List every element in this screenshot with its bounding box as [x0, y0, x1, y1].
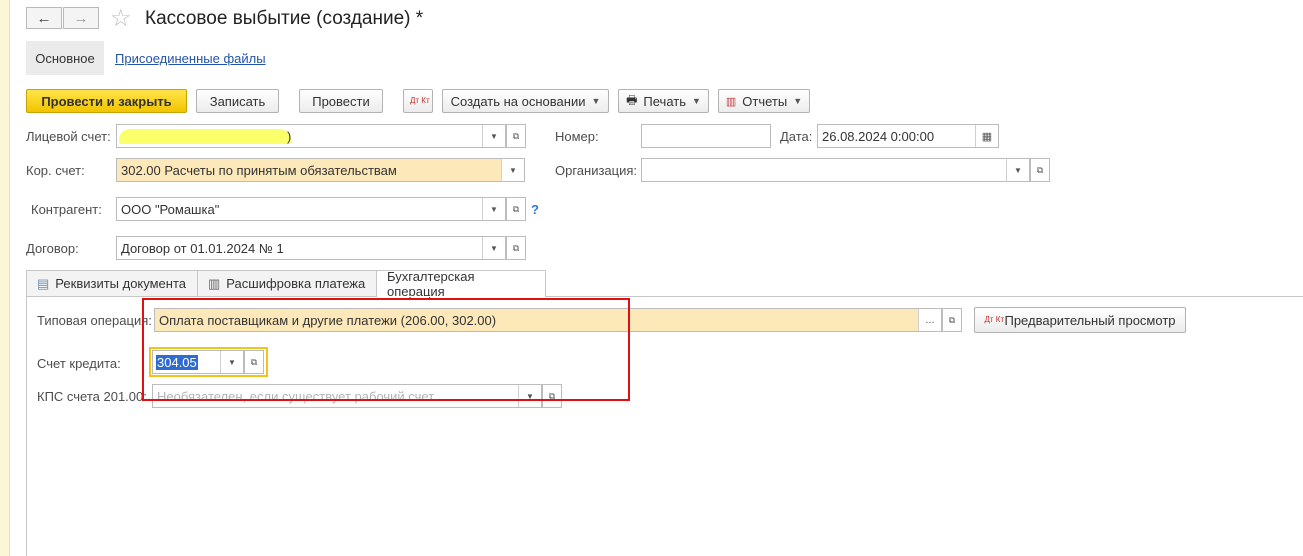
contractor-field[interactable]: ООО "Ромашка" ▼	[116, 197, 506, 221]
forward-button[interactable]: →	[63, 7, 99, 29]
tab-label: Реквизиты документа	[55, 276, 187, 291]
back-button[interactable]: ←	[26, 7, 62, 29]
post-and-close-button[interactable]: Провести и закрыть	[26, 89, 187, 113]
create-based-on-button[interactable]: Создать на основании ▼	[442, 89, 609, 113]
create-based-label: Создать на основании	[450, 93, 586, 109]
print-label: Печать	[643, 93, 686, 109]
open-icon[interactable]: ⧉	[506, 197, 526, 221]
open-icon[interactable]: ⧉	[506, 236, 526, 260]
redaction-highlight	[119, 128, 291, 144]
help-icon[interactable]: ?	[531, 202, 539, 217]
table-icon: ▥	[208, 275, 221, 291]
credit-account-label: Счет кредита:	[37, 356, 121, 371]
chevron-down-icon: ▼	[793, 96, 803, 106]
printer-icon: 🖶	[626, 92, 638, 107]
account-label: Лицевой счет:	[26, 129, 111, 144]
chevron-down-icon: ▼	[692, 96, 701, 106]
left-edge-strip	[0, 0, 10, 556]
dt-kt-icon: Дт Кт	[984, 315, 1005, 324]
dt-kt-button[interactable]: Дт Кт	[403, 89, 433, 113]
open-icon[interactable]: ⧉	[1030, 158, 1050, 182]
favorite-star-icon[interactable]: ☆	[110, 4, 132, 33]
post-button[interactable]: Провести	[299, 89, 383, 113]
contractor-value: ООО "Ромашка"	[121, 201, 220, 217]
document-icon: ▤	[37, 275, 50, 291]
dt-kt-icon: Дт Кт	[410, 96, 430, 105]
preview-button[interactable]: Дт Кт Предварительный просмотр	[974, 307, 1186, 333]
dropdown-arrow-icon[interactable]: ▼	[482, 237, 505, 259]
tab-accounting-operation[interactable]: Бухгалтерская операция	[376, 269, 546, 299]
corr-account-label: Кор. счет:	[26, 163, 85, 178]
calendar-icon[interactable]: ▦	[975, 125, 998, 147]
tab-label: Бухгалтерская операция	[387, 269, 475, 299]
print-button[interactable]: 🖶 Печать ▼	[618, 89, 709, 113]
open-icon[interactable]: ⧉	[506, 124, 526, 148]
panel-attachments-link[interactable]: Присоединенные файлы	[115, 51, 266, 66]
date-value: 26.08.2024 0:00:00	[822, 128, 935, 144]
ellipsis-button[interactable]: ...	[918, 309, 941, 331]
organization-label: Организация:	[555, 163, 638, 178]
tab-document-details[interactable]: ▤ Реквизиты документа	[26, 270, 198, 296]
dropdown-arrow-icon[interactable]: ▼	[482, 125, 505, 147]
save-button[interactable]: Записать	[196, 89, 279, 113]
arrow-left-icon: ←	[36, 9, 52, 27]
dropdown-arrow-icon[interactable]: ▼	[482, 198, 505, 220]
reports-button[interactable]: ▥ Отчеты ▼	[718, 89, 810, 113]
contract-value: Договор от 01.01.2024 № 1	[121, 240, 284, 256]
report-chart-icon: ▥	[725, 95, 737, 108]
tab-label: Расшифровка платежа	[226, 276, 366, 291]
number-input[interactable]	[641, 124, 771, 148]
open-icon[interactable]: ⧉	[942, 308, 962, 332]
tab-payment-breakdown[interactable]: ▥ Расшифровка платежа	[197, 270, 377, 296]
corr-account-field[interactable]: 302.00 Расчеты по принятым обязательства…	[116, 158, 525, 182]
number-label: Номер:	[555, 129, 599, 144]
account-field[interactable]: ) ▼	[116, 124, 506, 148]
kps-label: КПС счета 201.00:	[37, 389, 147, 404]
chevron-down-icon: ▼	[591, 96, 601, 106]
red-annotation-box	[142, 298, 630, 401]
operation-type-label: Типовая операция:	[37, 313, 152, 328]
corr-account-value: 302.00 Расчеты по принятым обязательства…	[121, 162, 397, 178]
reports-label: Отчеты	[742, 93, 788, 109]
contract-label: Договор:	[26, 241, 79, 256]
arrow-right-icon: →	[73, 9, 89, 27]
window-title: Кассовое выбытие (создание) *	[145, 8, 424, 29]
account-value: )	[287, 128, 292, 144]
contractor-label: Контрагент:	[31, 202, 102, 217]
panel-main[interactable]: Основное	[26, 41, 104, 75]
preview-label: Предварительный просмотр	[1004, 312, 1176, 328]
date-label: Дата:	[780, 129, 813, 144]
dropdown-arrow-icon[interactable]: ▼	[1006, 159, 1029, 181]
date-input[interactable]: 26.08.2024 0:00:00 ▦	[817, 124, 999, 148]
contract-field[interactable]: Договор от 01.01.2024 № 1 ▼	[116, 236, 506, 260]
dropdown-arrow-icon[interactable]: ▼	[501, 159, 524, 181]
organization-field[interactable]: ▼	[641, 158, 1030, 182]
